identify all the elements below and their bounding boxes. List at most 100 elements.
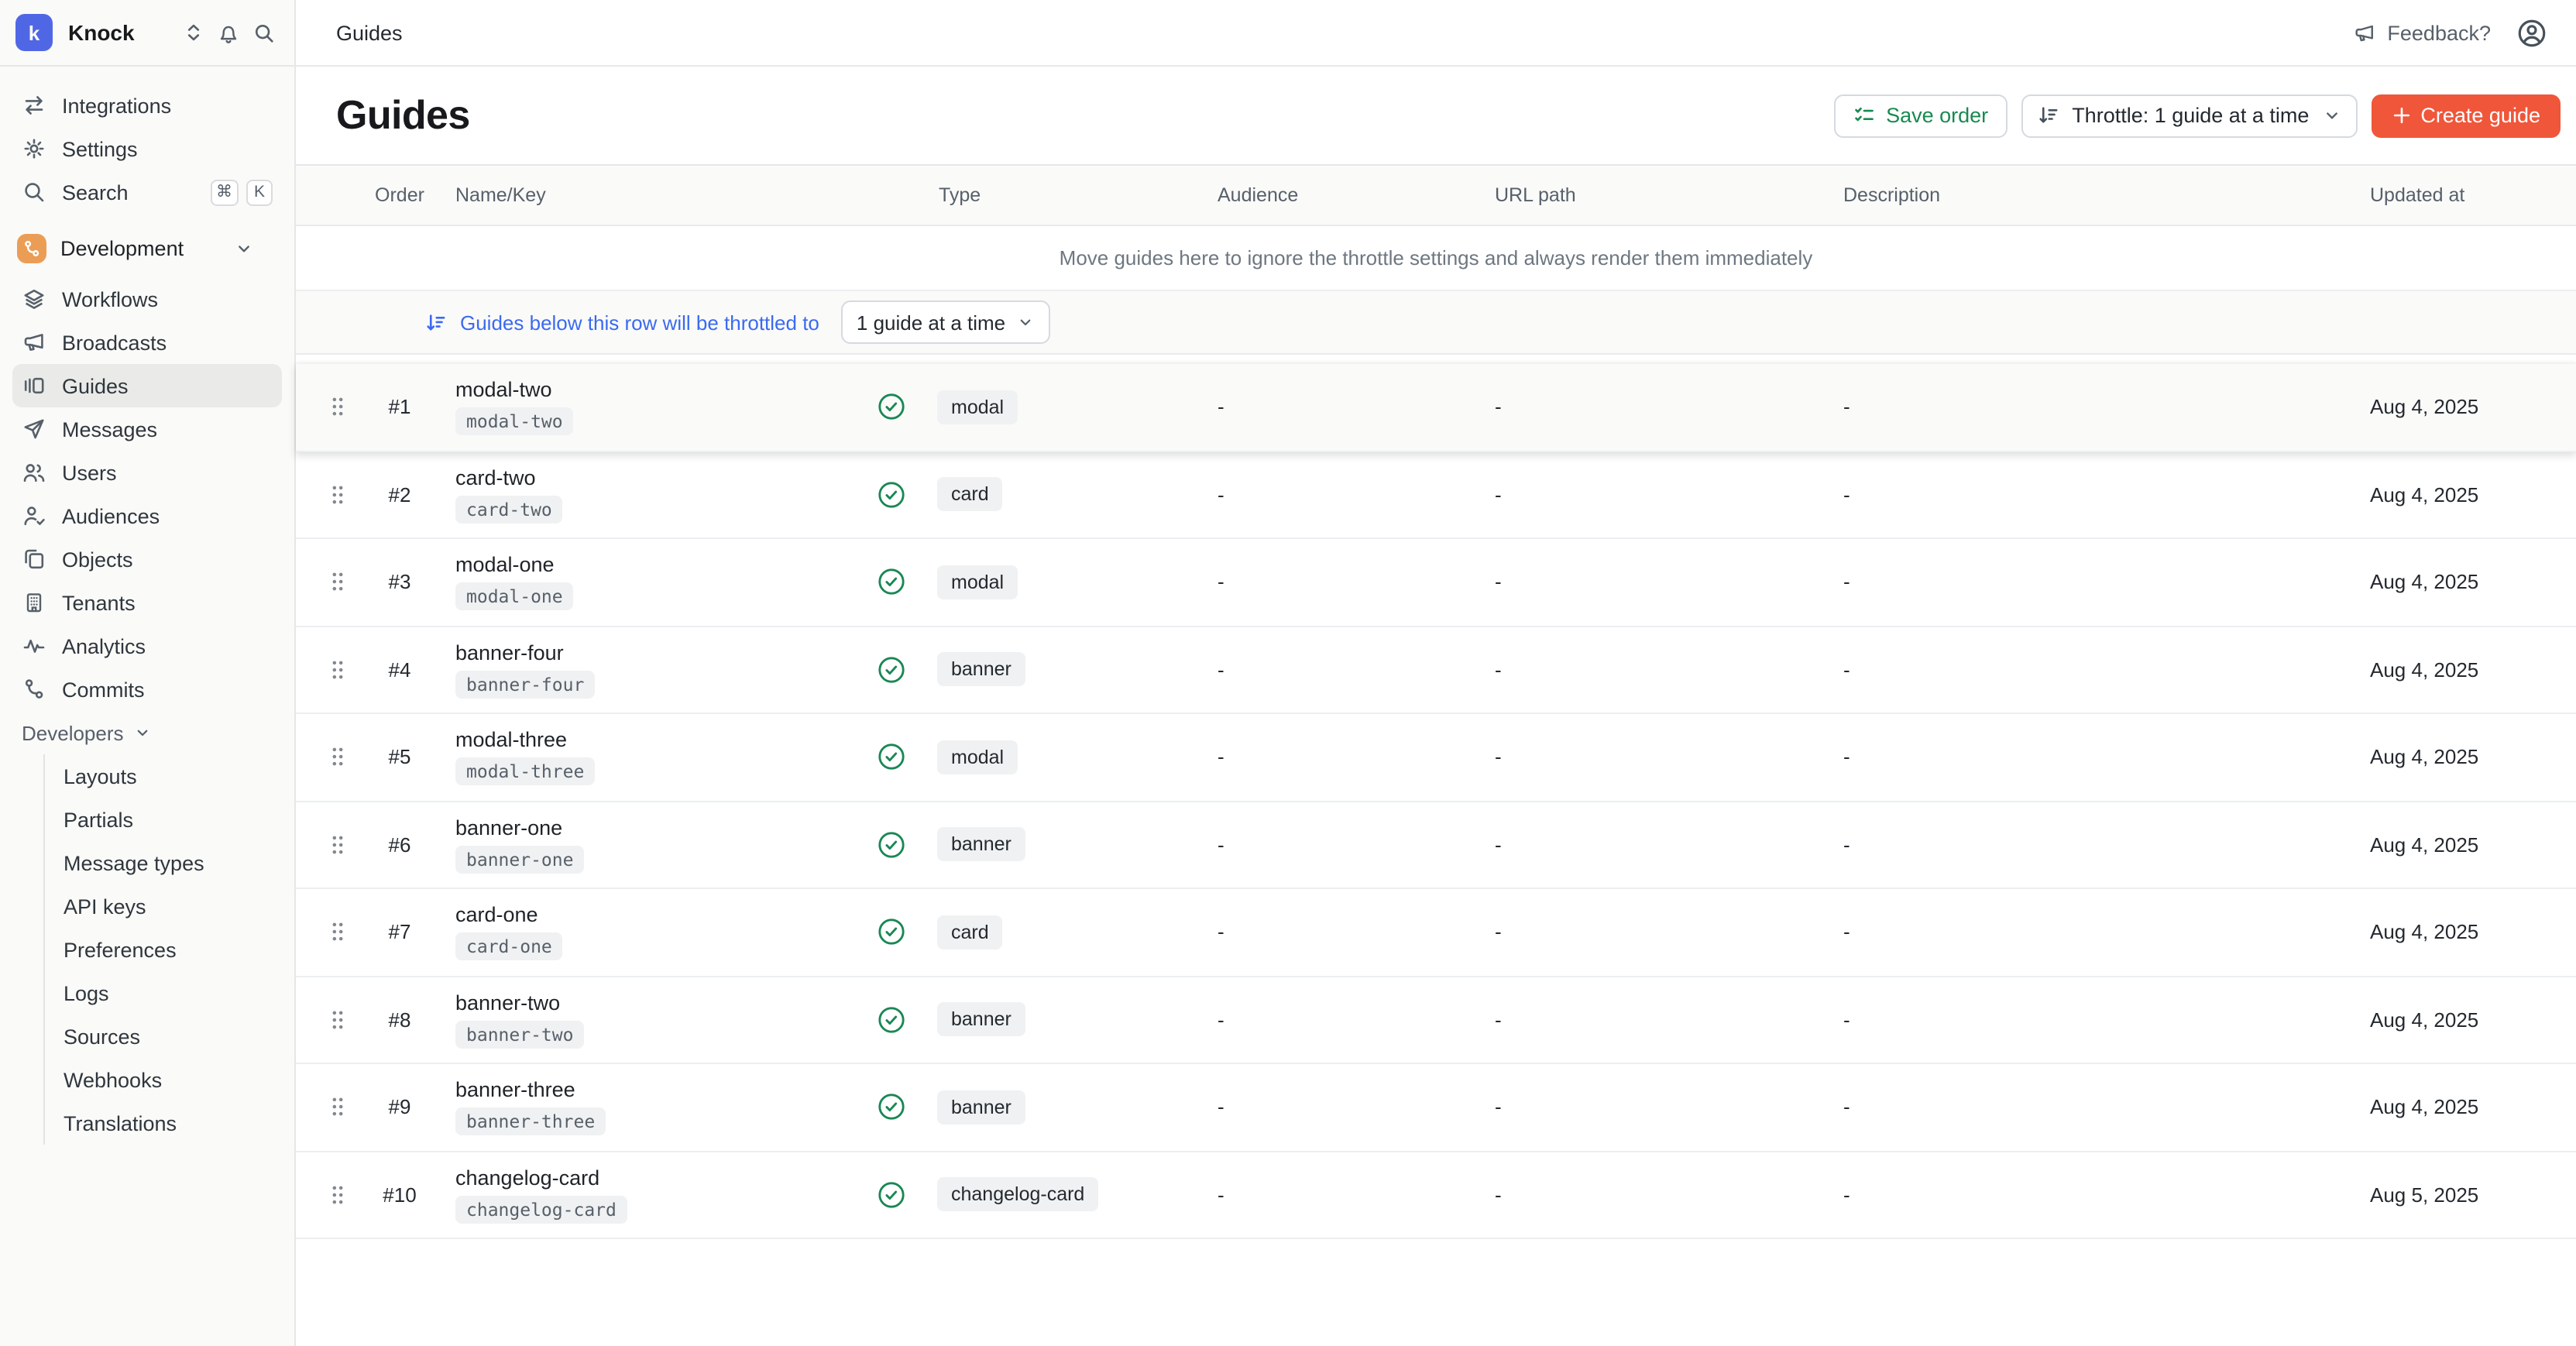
guide-row[interactable]: #6 banner-one banner-one banner - - - Au… [296,802,2576,889]
drag-handle-icon[interactable] [330,1008,345,1032]
column-header-url-path[interactable]: URL path [1479,184,1828,206]
guide-row[interactable]: #2 card-two card-two card - - - Aug 4, 2… [296,452,2576,539]
throttle-value-select[interactable]: 1 guide at a time [841,300,1050,344]
guide-name[interactable]: modal-three [455,729,567,752]
drag-handle-icon[interactable] [330,1183,345,1207]
sidebar-item-webhooks[interactable]: Webhooks [45,1058,294,1101]
drag-handle-icon[interactable] [330,396,345,419]
guide-row[interactable]: #5 modal-three modal-three modal - - - A… [296,714,2576,802]
sidebar-item-partials[interactable]: Partials [45,798,294,841]
sidebar-item-integrations[interactable]: Integrations [12,84,282,127]
sidebar-item-tenants[interactable]: Tenants [12,581,282,624]
user-avatar-icon[interactable] [2516,16,2548,49]
save-order-button[interactable]: Save order [1833,94,2007,137]
guide-updated-at: Aug 4, 2025 [2354,746,2576,769]
search-icon[interactable] [252,21,276,44]
guide-row[interactable]: #3 modal-one modal-one modal - - - Aug 4… [296,539,2576,627]
guide-name[interactable]: banner-two [455,991,560,1015]
sidebar-item-label: Objects [62,548,133,571]
guide-type-badge: changelog-card [937,1178,1098,1212]
drag-handle-icon[interactable] [330,1096,345,1119]
sidebar-item-settings[interactable]: Settings [12,127,282,170]
unthrottled-dropzone[interactable]: Move guides here to ignore the throttle … [296,226,2576,291]
table-header-row: Order Name/Key Type Audience URL path De… [296,164,2576,226]
guide-name[interactable]: card-two [455,466,536,489]
chevron-up-down-icon[interactable] [183,22,204,43]
bell-icon[interactable] [217,21,240,44]
guide-order: #7 [361,921,438,944]
guide-name[interactable]: changelog-card [455,1166,599,1190]
throttle-dropdown-button[interactable]: Throttle: 1 guide at a time [2021,94,2357,137]
drag-handle-icon[interactable] [330,658,345,682]
guide-name[interactable]: banner-one [455,816,562,840]
sidebar-item-messages[interactable]: Messages [12,407,282,451]
drag-handle-icon[interactable] [330,483,345,506]
drag-handle-icon[interactable] [330,746,345,769]
building-icon [22,590,46,615]
sidebar-item-broadcasts[interactable]: Broadcasts [12,321,282,364]
sub-item-label: Preferences [64,938,177,961]
create-guide-button[interactable]: Create guide [2371,94,2561,137]
sidebar-item-translations[interactable]: Translations [45,1101,294,1145]
sidebar-item-guides[interactable]: Guides [12,364,282,407]
guide-row[interactable]: #4 banner-four banner-four banner - - - … [296,627,2576,714]
throttle-divider-link[interactable]: Guides below this row will be throttled … [460,311,819,334]
drag-handle-icon[interactable] [330,833,345,857]
sidebar-item-sources[interactable]: Sources [45,1015,294,1058]
developers-section-toggle[interactable]: Developers [12,711,282,754]
breadcrumb[interactable]: Guides [336,21,403,44]
sidebar-item-label: Messages [62,417,157,441]
sidebar-item-commits[interactable]: Commits [12,668,282,711]
sidebar-item-logs[interactable]: Logs [45,971,294,1015]
guide-key-badge: banner-three [455,1108,606,1136]
guide-row[interactable]: #1 modal-two modal-two modal - - - Aug 4… [296,364,2576,452]
guides-icon [22,373,46,398]
column-header-type[interactable]: Type [869,184,1202,206]
check-circle-icon [877,1093,906,1122]
guide-updated-at: Aug 4, 2025 [2354,483,2576,506]
column-header-description[interactable]: Description [1828,184,2354,206]
guide-name[interactable]: modal-two [455,379,552,402]
guide-name[interactable]: banner-four [455,641,564,664]
paper-plane-icon [22,417,46,441]
column-header-updated-at[interactable]: Updated at [2354,184,2576,206]
column-header-name-key[interactable]: Name/Key [438,184,869,206]
sidebar-item-layouts[interactable]: Layouts [45,754,294,798]
guide-type-badge: banner [937,653,1025,687]
guide-name[interactable]: card-one [455,904,538,927]
drag-handle-icon[interactable] [330,921,345,944]
search-shortcut: ⌘ K [210,179,273,205]
guide-url-path: - [1479,571,1828,594]
sidebar-item-objects[interactable]: Objects [12,537,282,581]
sidebar-item-users[interactable]: Users [12,451,282,494]
sidebar-item-analytics[interactable]: Analytics [12,624,282,668]
guide-name[interactable]: banner-three [455,1079,575,1102]
environment-selector[interactable]: Development [12,225,282,271]
column-header-order[interactable]: Order [361,184,438,206]
chevron-down-icon [234,238,254,258]
sidebar-item-search[interactable]: Search ⌘ K [12,170,282,214]
feedback-button[interactable]: Feedback? [2353,21,2491,44]
sidebar-item-preferences[interactable]: Preferences [45,928,294,971]
guide-key-badge: modal-one [455,583,574,611]
guide-row[interactable]: #10 changelog-card changelog-card change… [296,1152,2576,1239]
guide-updated-at: Aug 4, 2025 [2354,658,2576,682]
guide-row[interactable]: #7 card-one card-one card - - - Aug 4, 2… [296,889,2576,977]
sidebar-item-workflows[interactable]: Workflows [12,277,282,321]
sidebar-item-audiences[interactable]: Audiences [12,494,282,537]
column-header-audience[interactable]: Audience [1202,184,1479,206]
create-guide-label: Create guide [2420,104,2540,127]
knock-logo[interactable]: Knockk [15,14,53,51]
guide-description: - [1828,833,2354,857]
guide-row[interactable]: #8 banner-two banner-two banner - - - Au… [296,977,2576,1064]
feedback-label: Feedback? [2387,21,2491,44]
guide-audience: - [1202,483,1479,506]
guide-row[interactable]: #9 banner-three banner-three banner - - … [296,1064,2576,1152]
sidebar-item-label: Commits [62,678,145,701]
sub-item-label: Partials [64,808,133,831]
workspace-name[interactable]: Knock [65,20,170,45]
sidebar-item-api-keys[interactable]: API keys [45,884,294,928]
sidebar-item-message-types[interactable]: Message types [45,841,294,884]
drag-handle-icon[interactable] [330,571,345,594]
guide-name[interactable]: modal-one [455,554,555,577]
